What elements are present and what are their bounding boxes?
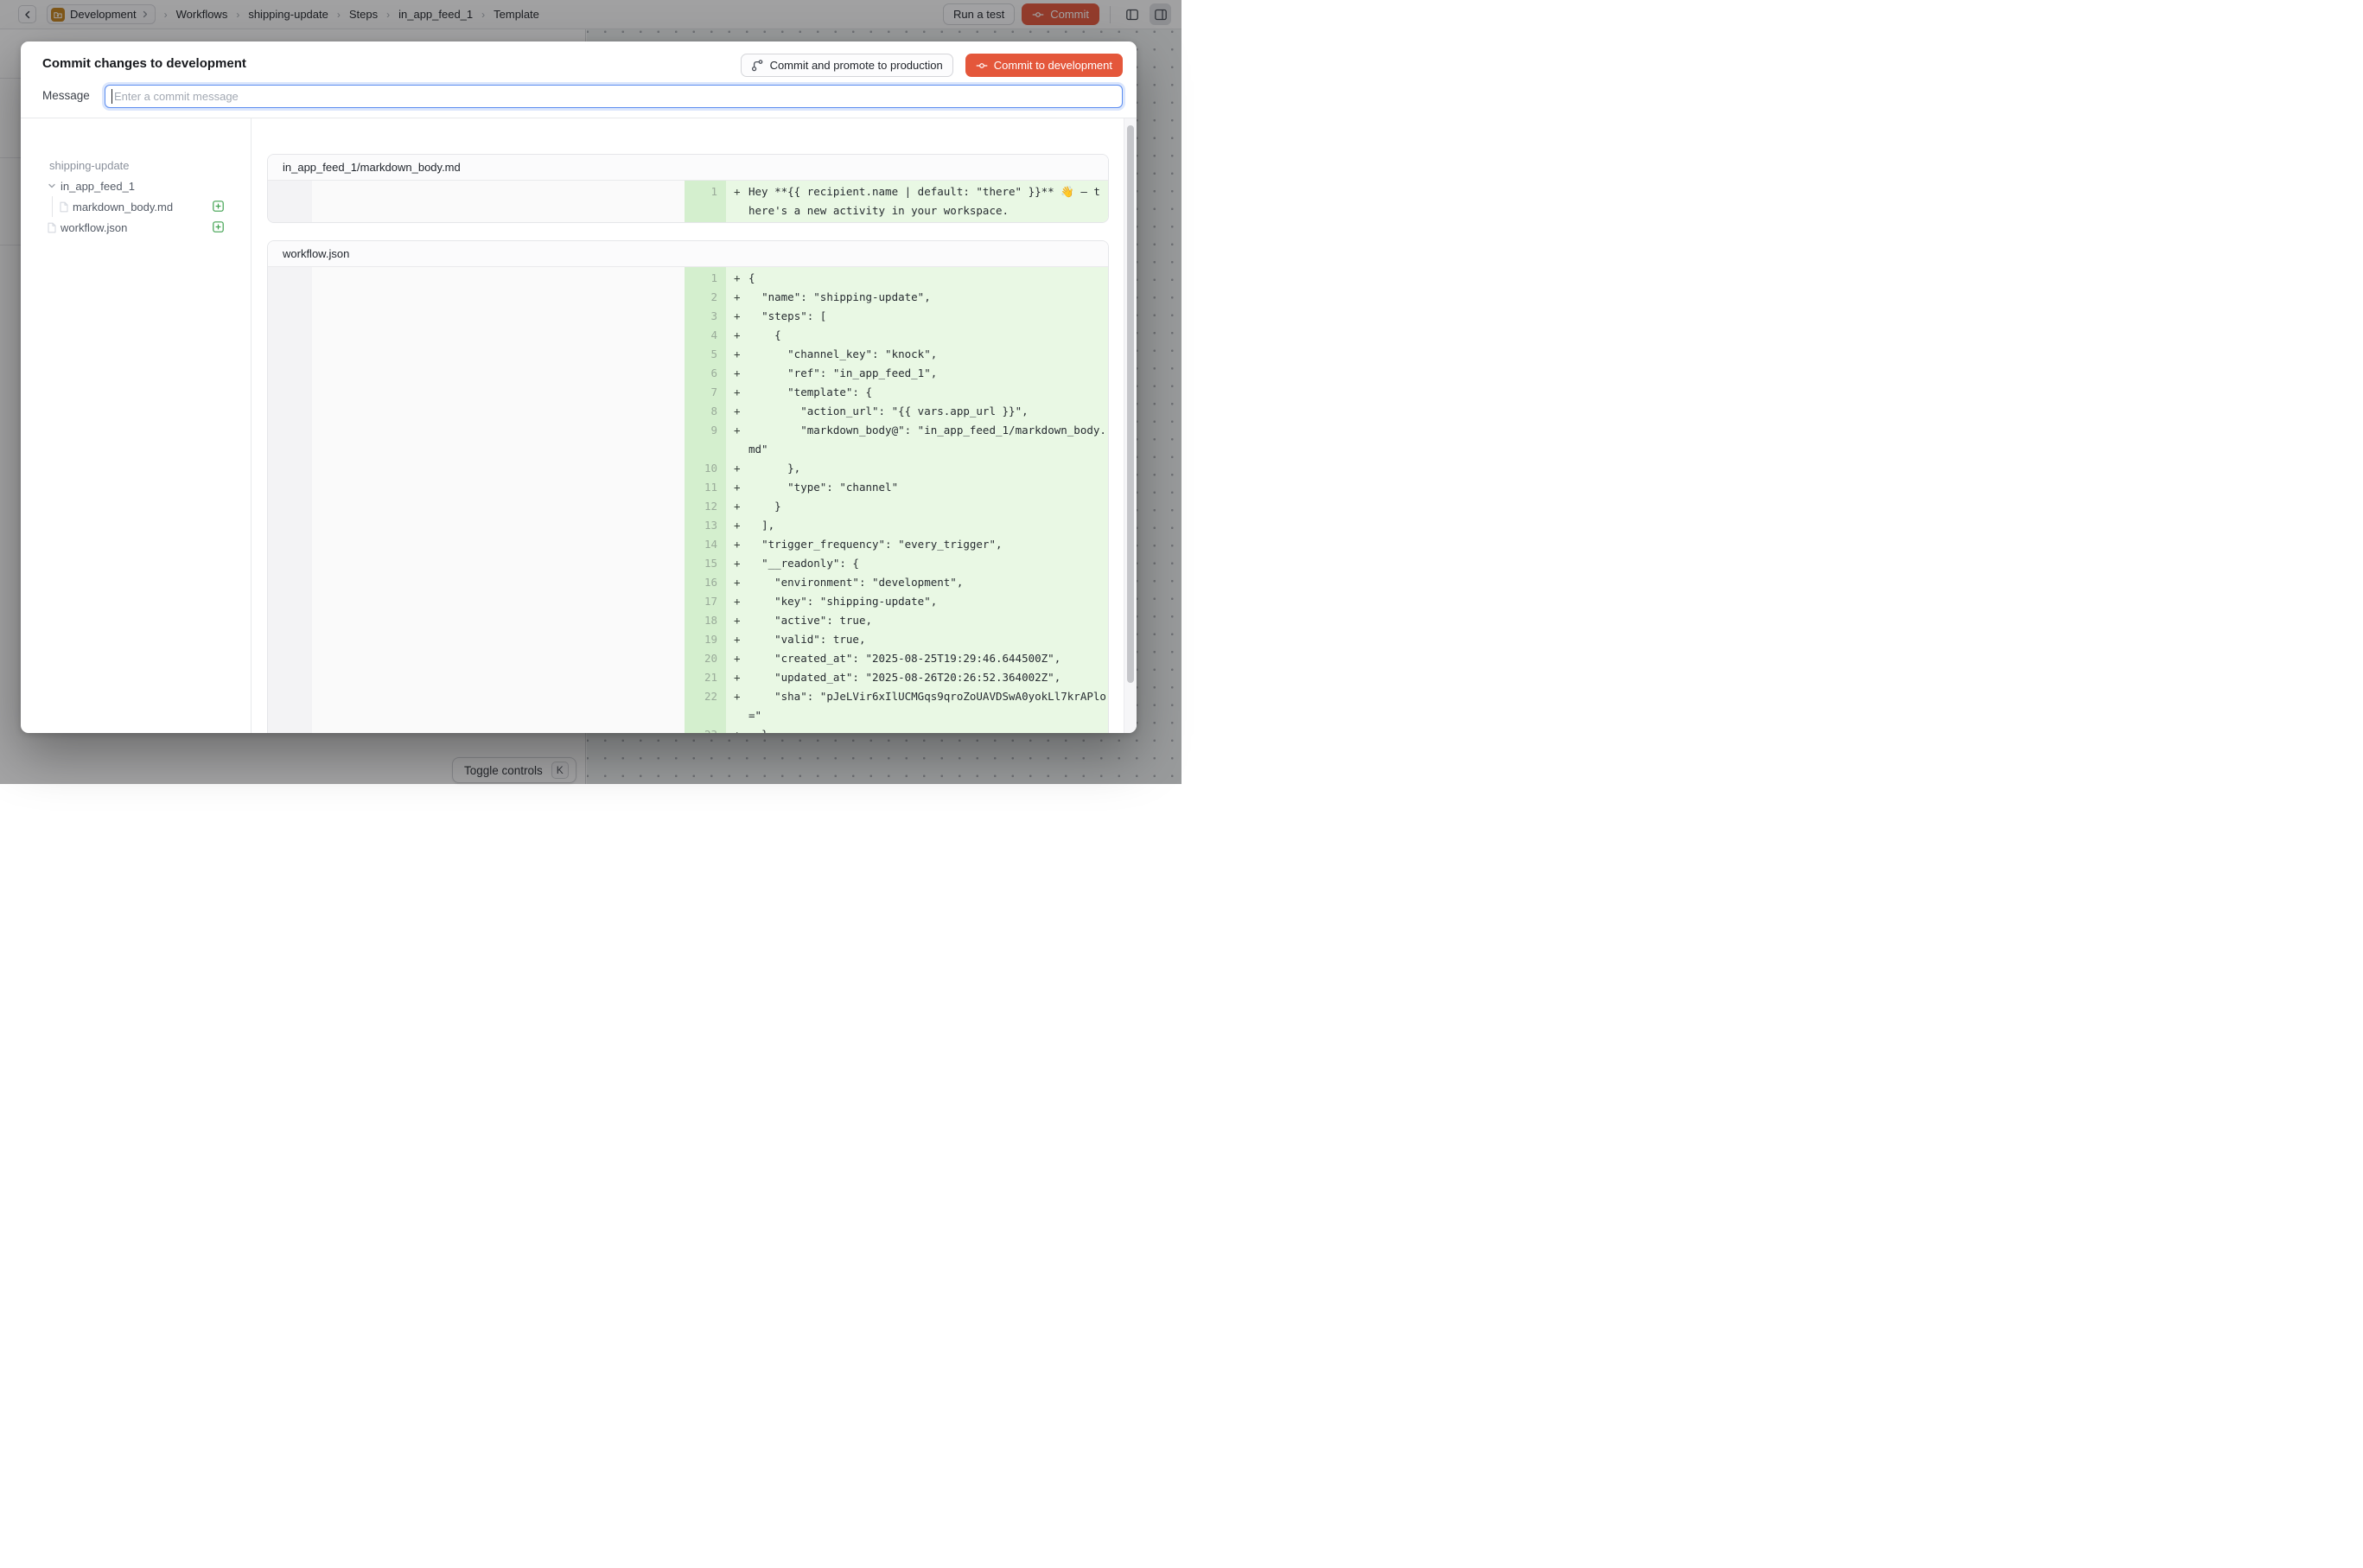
commit-modal: Commit changes to development Commit and… xyxy=(21,41,1137,733)
diff-line-number: 12 xyxy=(685,497,726,516)
diff-added-line: + "markdown_body@": "in_app_feed_1/markd… xyxy=(726,421,1108,459)
tree-file-markdown-body[interactable]: markdown_body.md xyxy=(59,196,251,217)
diff-line-number: 9 xyxy=(685,421,726,459)
diff-line-number: 8 xyxy=(685,402,726,421)
diff-added-line: + "template": { xyxy=(726,383,1108,402)
commit-and-promote-button[interactable]: Commit and promote to production xyxy=(741,54,953,77)
diff-line-number: 7 xyxy=(685,383,726,402)
diff-line-number: 18 xyxy=(685,611,726,630)
diff-panel-markdown-body: in_app_feed_1/markdown_body.md 1+Hey **{… xyxy=(267,154,1109,223)
diff-added-badge xyxy=(213,201,224,212)
diff-file-title: in_app_feed_1/markdown_body.md xyxy=(268,155,1108,181)
diff-added-line: + "valid": true, xyxy=(726,630,1108,649)
diff-added-line: + ], xyxy=(726,516,1108,535)
diff-added-line: + "active": true, xyxy=(726,611,1108,630)
chevron-down-icon xyxy=(47,181,57,191)
diff-added-line: + "steps": [ xyxy=(726,307,1108,326)
diff-added-line: + "channel_key": "knock", xyxy=(726,345,1108,364)
diff-added-line: +{ xyxy=(726,269,1108,288)
diff-added-line: + "environment": "development", xyxy=(726,573,1108,592)
diff-added-line: + } xyxy=(726,497,1108,516)
modal-scrollbar[interactable] xyxy=(1124,118,1137,733)
diff-added-line: + { xyxy=(726,326,1108,345)
diff-added-line: + "__readonly": { xyxy=(726,554,1108,573)
commit-message-input[interactable] xyxy=(105,85,1123,108)
diff-line-number: 21 xyxy=(685,668,726,687)
diff-line-number: 1 xyxy=(685,269,726,288)
diff-line-number: 13 xyxy=(685,516,726,535)
diff-line-number: 22 xyxy=(685,687,726,725)
diff-content: 1+Hey **{{ recipient.name | default: "th… xyxy=(268,181,1108,222)
diff-line-number: 2 xyxy=(685,288,726,307)
diff-line-number: 15 xyxy=(685,554,726,573)
diff-list: in_app_feed_1/markdown_body.md 1+Hey **{… xyxy=(252,118,1137,733)
file-icon xyxy=(47,222,57,233)
diff-added-line: + "name": "shipping-update", xyxy=(726,288,1108,307)
diff-line-number: 17 xyxy=(685,592,726,611)
diff-line-number: 10 xyxy=(685,459,726,478)
tree-file-workflow-json[interactable]: workflow.json xyxy=(47,217,251,238)
commit-modal-header: Commit changes to development Commit and… xyxy=(21,41,1137,118)
tree-root-workflow: shipping-update xyxy=(47,155,251,175)
diff-line-number: 16 xyxy=(685,573,726,592)
diff-added-badge xyxy=(213,221,224,233)
diff-line-number: 19 xyxy=(685,630,726,649)
changed-files-tree: shipping-update in_app_feed_1 markdown_b… xyxy=(21,118,251,733)
diff-line-number: 14 xyxy=(685,535,726,554)
diff-added-line: + "action_url": "{{ vars.app_url }}", xyxy=(726,402,1108,421)
diff-line-number: 23 xyxy=(685,725,726,733)
diff-added-line: + } xyxy=(726,725,1108,733)
scrollbar-thumb[interactable] xyxy=(1127,125,1134,683)
diff-line-number: 3 xyxy=(685,307,726,326)
message-label: Message xyxy=(42,89,90,102)
diff-added-line: + "trigger_frequency": "every_trigger", xyxy=(726,535,1108,554)
modal-title: Commit changes to development xyxy=(42,56,246,71)
diff-panel-workflow-json: workflow.json 1+{2+ "name": "shipping-up… xyxy=(267,240,1109,733)
diff-line-number: 20 xyxy=(685,649,726,668)
commit-to-development-button[interactable]: Commit to development xyxy=(965,54,1123,77)
diff-content: 1+{2+ "name": "shipping-update",3+ "step… xyxy=(268,267,1108,733)
commit-icon xyxy=(976,60,988,72)
diff-added-line: + "created_at": "2025-08-25T19:29:46.644… xyxy=(726,649,1108,668)
diff-line-number: 11 xyxy=(685,478,726,497)
diff-added-line: +Hey **{{ recipient.name | default: "the… xyxy=(726,182,1108,220)
diff-line-number: 1 xyxy=(685,182,726,220)
diff-added-line: + "ref": "in_app_feed_1", xyxy=(726,364,1108,383)
diff-line-number: 5 xyxy=(685,345,726,364)
git-branch-icon xyxy=(751,59,764,72)
file-icon xyxy=(59,201,69,213)
diff-line-number: 6 xyxy=(685,364,726,383)
diff-added-line: + }, xyxy=(726,459,1108,478)
diff-line-number: 4 xyxy=(685,326,726,345)
diff-added-line: + "sha": "pJeLVir6xIlUCMGqs9qroZoUAVDSwA… xyxy=(726,687,1108,725)
diff-added-line: + "updated_at": "2025-08-26T20:26:52.364… xyxy=(726,668,1108,687)
diff-file-title: workflow.json xyxy=(268,241,1108,267)
tree-folder-in-app-feed[interactable]: in_app_feed_1 xyxy=(47,175,251,196)
diff-added-line: + "type": "channel" xyxy=(726,478,1108,497)
diff-added-line: + "key": "shipping-update", xyxy=(726,592,1108,611)
text-caret xyxy=(111,89,112,104)
